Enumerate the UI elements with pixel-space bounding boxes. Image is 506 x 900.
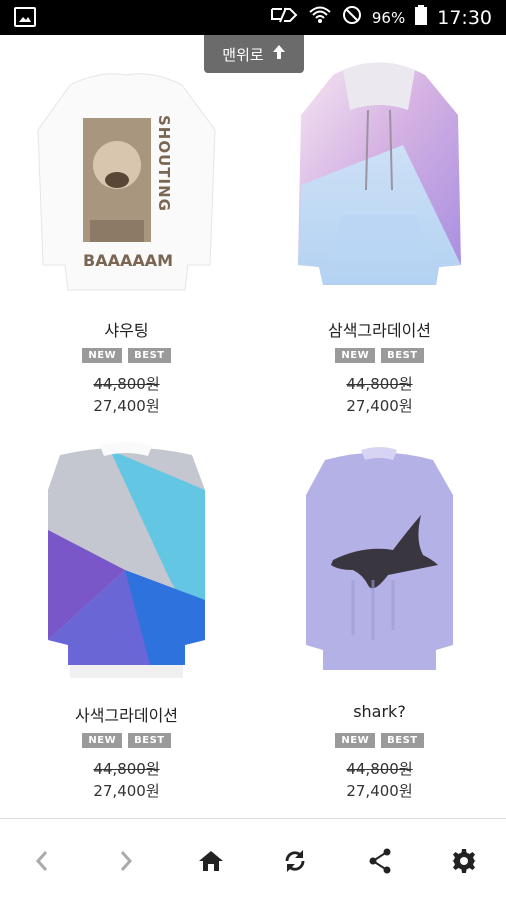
product-card[interactable]: SHOUTING BAAAAAM 샤우팅 NEW BEST 44,800원 27… (0, 35, 253, 415)
new-badge: NEW (335, 733, 376, 748)
sale-price: 27,400원 (93, 782, 160, 800)
original-price: 44,800원 (346, 375, 413, 393)
product-name[interactable]: shark? (253, 702, 506, 721)
product-card[interactable]: 사색그라데이션 NEW BEST 44,800원 27,400원 (0, 420, 253, 800)
forward-icon[interactable] (106, 841, 146, 881)
new-badge: NEW (82, 348, 123, 363)
product-name[interactable]: 삼색그라데이션 (253, 317, 506, 341)
status-bar: 96% 17:30 (0, 0, 506, 35)
share-icon[interactable] (360, 841, 400, 881)
back-icon[interactable] (22, 841, 62, 881)
arrow-up-icon (272, 44, 286, 64)
best-badge: BEST (128, 348, 171, 363)
product-card[interactable]: 삼색그라데이션 NEW BEST 44,800원 27,400원 (253, 35, 506, 415)
bottom-navigation (0, 818, 506, 900)
best-badge: BEST (128, 733, 171, 748)
battery-percent: 96% (371, 8, 406, 27)
original-price: 44,800원 (93, 760, 160, 778)
home-icon[interactable] (191, 841, 231, 881)
sale-price: 27,400원 (93, 397, 160, 415)
gallery-notification-icon (14, 7, 36, 27)
clock: 17:30 (437, 6, 492, 29)
wifi-icon (308, 5, 332, 30)
baaaaam-text: BAAAAAM (83, 251, 174, 270)
product-name[interactable]: 샤우팅 (0, 317, 253, 341)
original-price: 44,800원 (346, 760, 413, 778)
sale-price: 27,400원 (346, 397, 413, 415)
product-image[interactable] (253, 35, 506, 305)
mute-icon (270, 5, 298, 30)
product-image[interactable] (253, 420, 506, 690)
sale-price: 27,400원 (346, 782, 413, 800)
refresh-icon[interactable] (275, 841, 315, 881)
product-image[interactable]: SHOUTING BAAAAAM (0, 35, 253, 305)
battery-icon (415, 5, 428, 30)
new-badge: NEW (82, 733, 123, 748)
product-name[interactable]: 사색그라데이션 (0, 702, 253, 726)
product-image[interactable] (0, 420, 253, 690)
shouting-text: SHOUTING (155, 115, 173, 212)
do-not-disturb-icon (342, 5, 362, 30)
settings-icon[interactable] (444, 841, 484, 881)
best-badge: BEST (381, 348, 424, 363)
top-button-label: 맨위로 (222, 45, 264, 64)
original-price: 44,800원 (93, 375, 160, 393)
new-badge: NEW (335, 348, 376, 363)
best-badge: BEST (381, 733, 424, 748)
product-card[interactable]: shark? NEW BEST 44,800원 27,400원 (253, 420, 506, 800)
scroll-to-top-button[interactable]: 맨위로 (204, 35, 304, 73)
